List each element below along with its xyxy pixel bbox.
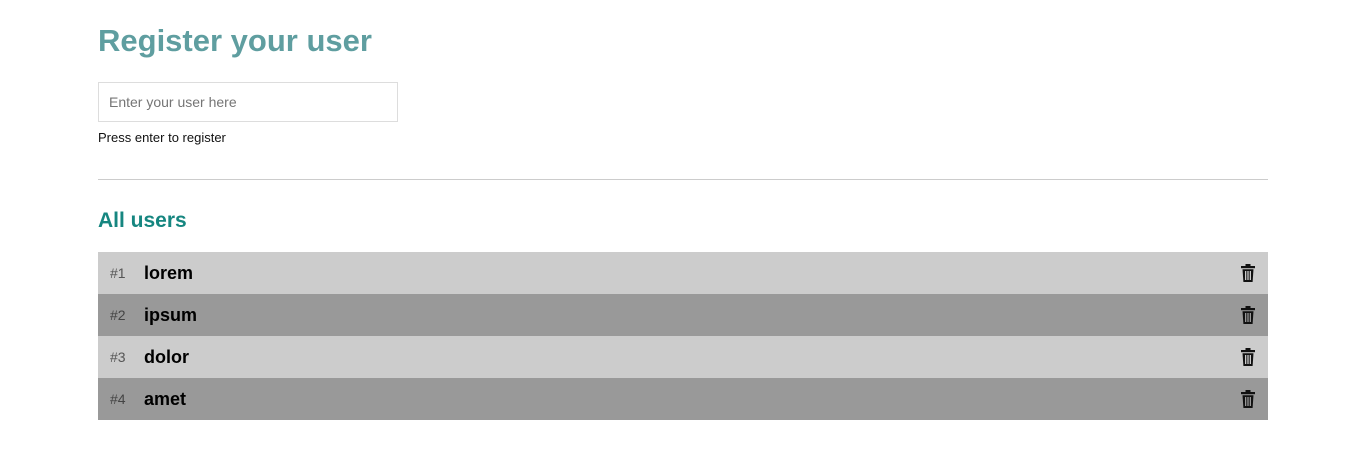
delete-user-button[interactable] — [1238, 347, 1258, 367]
user-row: #2 ipsum — [98, 294, 1268, 336]
trash-icon — [1241, 348, 1255, 366]
user-index: #2 — [110, 307, 126, 323]
trash-icon — [1241, 306, 1255, 324]
users-section-title: All users — [98, 209, 187, 232]
delete-user-button[interactable] — [1238, 263, 1258, 283]
user-row: #1 lorem — [98, 252, 1268, 294]
section-divider — [98, 179, 1268, 180]
trash-icon — [1241, 390, 1255, 408]
user-name: dolor — [144, 346, 189, 367]
user-name: ipsum — [144, 304, 198, 325]
user-name: amet — [144, 388, 187, 409]
user-index: #1 — [110, 265, 126, 281]
register-hint: Press enter to register — [98, 130, 226, 145]
user-list: #1 lorem #2 ipsum #3 dolor #4 amet — [98, 252, 1268, 420]
trash-icon — [1241, 264, 1255, 282]
page-title: Register your user — [98, 23, 372, 58]
user-index: #3 — [110, 349, 126, 365]
user-row: #3 dolor — [98, 336, 1268, 378]
user-row: #4 amet — [98, 378, 1268, 420]
delete-user-button[interactable] — [1238, 389, 1258, 409]
delete-user-button[interactable] — [1238, 305, 1258, 325]
user-name: lorem — [144, 262, 194, 283]
user-name-input[interactable] — [98, 82, 398, 122]
user-index: #4 — [110, 391, 126, 407]
